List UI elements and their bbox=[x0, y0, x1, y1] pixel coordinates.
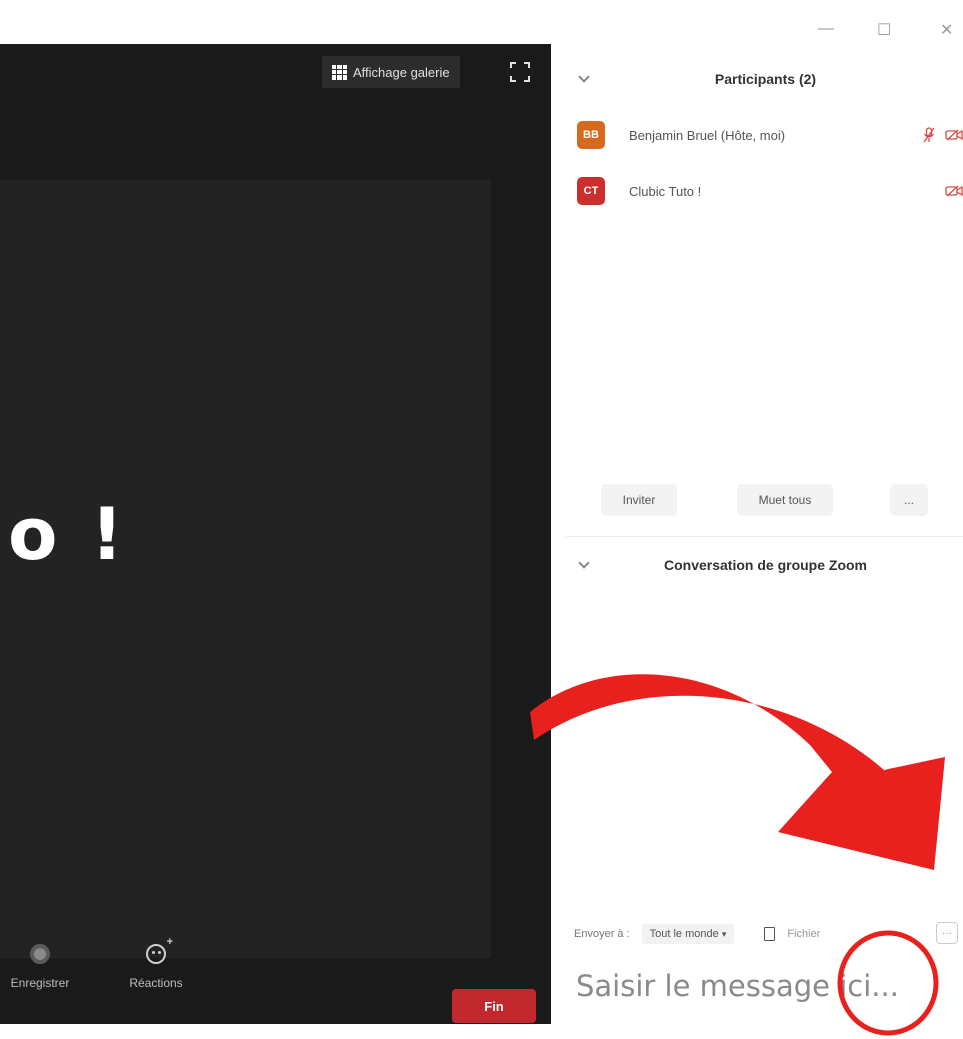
recipient-value: Tout le monde bbox=[649, 928, 719, 940]
record-label: Enregistrer bbox=[10, 976, 70, 990]
avatar: BB bbox=[577, 121, 605, 149]
avatar: CT bbox=[577, 177, 605, 205]
grid-icon bbox=[332, 64, 347, 80]
send-to-label: Envoyer à : bbox=[574, 928, 630, 940]
video-off-icon[interactable] bbox=[945, 185, 963, 197]
video-off-icon[interactable] bbox=[945, 129, 963, 141]
file-label[interactable]: Fichier bbox=[787, 928, 820, 940]
red-arrow-icon bbox=[530, 674, 945, 870]
participants-more-button[interactable]: ... bbox=[890, 484, 928, 516]
file-icon[interactable] bbox=[764, 927, 776, 941]
participant-row[interactable]: CT Clubic Tuto ! bbox=[577, 174, 963, 208]
panel-divider bbox=[566, 536, 963, 537]
participant-name: Benjamin Bruel (Hôte, moi) bbox=[629, 127, 786, 143]
meeting-view: o ! Affichage galerie Enregistrer Réacti… bbox=[0, 44, 551, 1024]
participants-title: Participants (2) bbox=[714, 71, 817, 87]
participant-row[interactable]: BB Benjamin Bruel (Hôte, moi) bbox=[577, 118, 963, 152]
maximize-button[interactable]: ☐ bbox=[877, 20, 891, 40]
participants-header: Participants (2) bbox=[566, 66, 963, 92]
fullscreen-icon[interactable] bbox=[510, 62, 530, 82]
record-button[interactable]: Enregistrer bbox=[0, 944, 80, 990]
mute-all-button[interactable]: Muet tous bbox=[737, 484, 833, 516]
meeting-toolbar: Enregistrer Réactions Fin bbox=[0, 926, 551, 1024]
chat-message-input[interactable] bbox=[576, 962, 956, 1010]
record-icon bbox=[30, 944, 50, 964]
reaction-smiley-icon bbox=[146, 936, 173, 964]
reactions-label: Réactions bbox=[129, 976, 183, 990]
recipient-select[interactable]: Tout le monde ▾ bbox=[641, 924, 735, 944]
participant-name: Clubic Tuto ! bbox=[629, 183, 702, 199]
chat-more-button[interactable]: ··· bbox=[936, 922, 958, 944]
close-button[interactable]: ✕ bbox=[940, 20, 953, 40]
end-meeting-button[interactable]: Fin bbox=[452, 989, 536, 1023]
chat-title: Conversation de groupe Zoom bbox=[663, 557, 867, 573]
send-to-row: Envoyer à : Tout le monde ▾ Fichier bbox=[566, 920, 963, 948]
chevron-down-icon: ▾ bbox=[721, 929, 727, 939]
gallery-view-button[interactable]: Affichage galerie bbox=[322, 56, 460, 88]
invite-button[interactable]: Inviter bbox=[601, 484, 677, 516]
chat-header: Conversation de groupe Zoom bbox=[566, 552, 963, 578]
gallery-view-label: Affichage galerie bbox=[353, 64, 450, 80]
video-tile: o ! bbox=[0, 180, 491, 958]
reactions-button[interactable]: Réactions bbox=[116, 936, 196, 990]
minimize-button[interactable]: — bbox=[818, 20, 834, 38]
muted-mic-icon[interactable] bbox=[923, 127, 935, 143]
shared-screen-text: o ! bbox=[8, 492, 128, 576]
